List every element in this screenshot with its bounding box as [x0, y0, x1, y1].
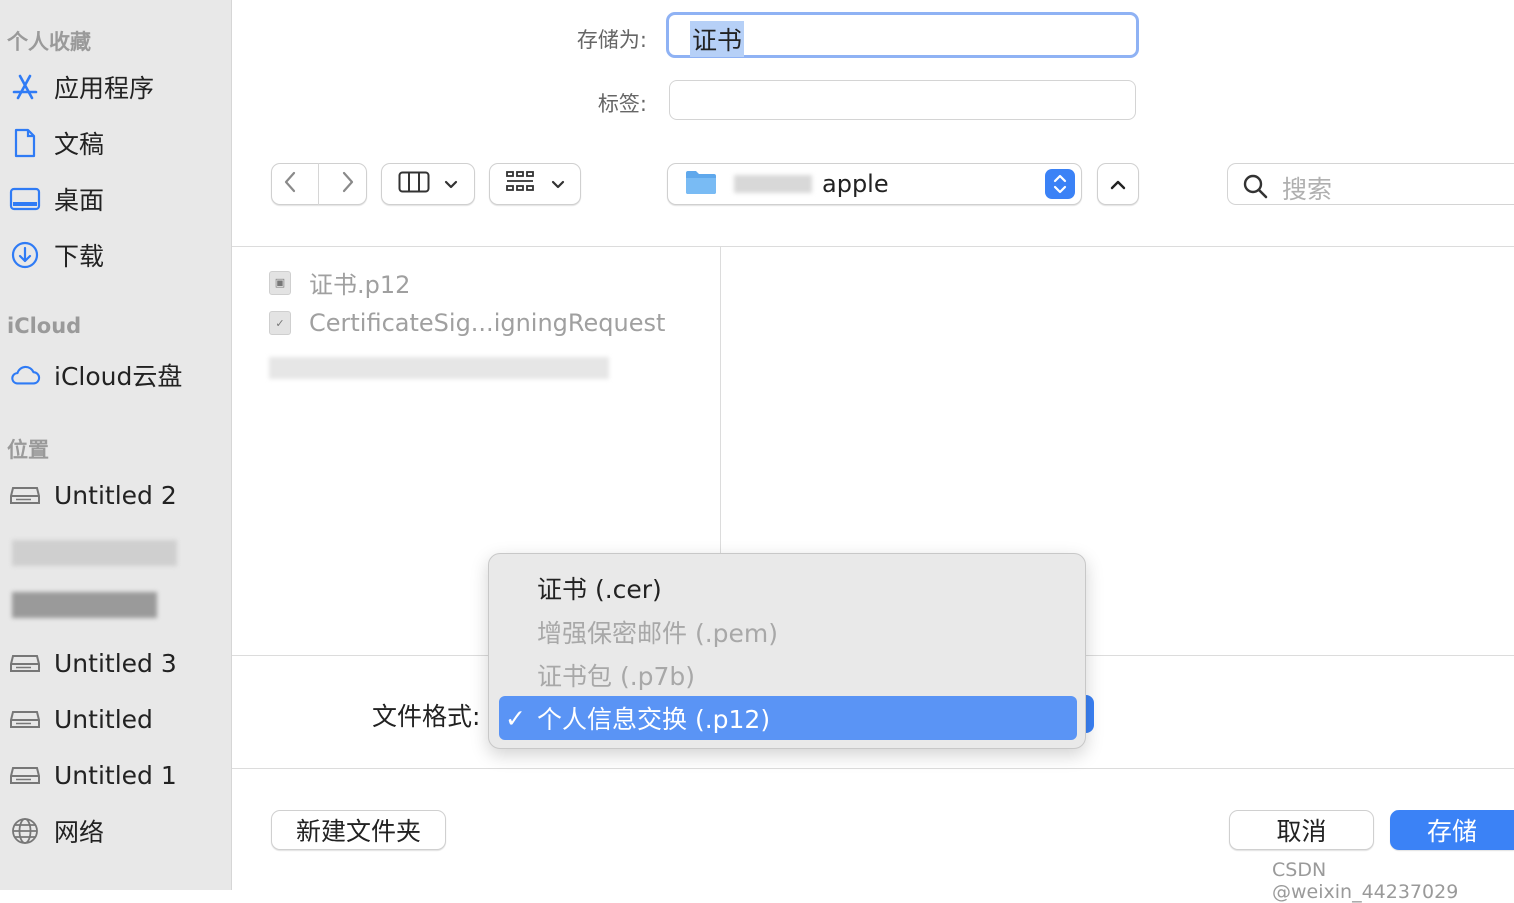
search-placeholder: 搜索	[1282, 175, 1333, 204]
sidebar-item-documents[interactable]: 文稿	[0, 121, 231, 165]
grid-icon	[505, 170, 535, 198]
tags-field[interactable]	[669, 80, 1136, 120]
new-folder-button[interactable]: 新建文件夹	[271, 810, 446, 850]
search-icon	[1242, 173, 1268, 203]
drive-icon	[9, 759, 41, 791]
menu-item-label: 证书包 (.p7b)	[537, 662, 696, 691]
file-item[interactable]: ▣ 证书.p12	[269, 265, 410, 300]
desktop-icon	[9, 183, 41, 215]
menu-item-label: 个人信息交换 (.p12)	[537, 705, 771, 734]
sidebar-item-untitled-1[interactable]: Untitled 1	[0, 753, 231, 797]
watermark: CSDN @weixin_44237029	[1272, 859, 1459, 903]
redacted-file-item	[269, 357, 609, 379]
favorites-section-title: 个人收藏	[7, 30, 91, 54]
certificate-file-icon: ▣	[269, 270, 291, 295]
sidebar-item-label: 桌面	[54, 186, 105, 215]
file-name: 证书.p12	[309, 271, 411, 299]
sidebar-item-untitled-3[interactable]: Untitled 3	[0, 641, 231, 685]
menu-item-p12[interactable]: ✓ 个人信息交换 (.p12)	[499, 696, 1077, 740]
document-icon	[9, 127, 41, 159]
column-view-icon	[398, 171, 430, 197]
column-view-button[interactable]	[381, 163, 475, 205]
search-input[interactable]: 搜索	[1227, 163, 1514, 205]
sidebar-item-network[interactable]: 网络	[0, 809, 231, 853]
globe-icon	[9, 815, 41, 847]
file-name: CertificateSig...igningRequest	[309, 309, 666, 337]
chevron-down-icon	[444, 175, 458, 194]
sidebar-item-label: Untitled 2	[54, 480, 177, 510]
location-popup[interactable]: apple	[667, 163, 1082, 205]
column-divider	[720, 247, 721, 554]
drive-icon	[9, 647, 41, 679]
cloud-icon	[9, 359, 41, 391]
save-as-label: 存储为:	[576, 28, 647, 52]
save-button[interactable]: 存储	[1390, 810, 1514, 850]
sidebar-item-untitled-2[interactable]: Untitled 2	[0, 473, 231, 517]
certificate-request-icon: ✓	[269, 311, 291, 335]
location-name: apple	[822, 170, 889, 198]
sidebar-item-label: 网络	[54, 818, 105, 847]
sidebar-item-downloads[interactable]: 下载	[0, 233, 231, 277]
redacted-location-text	[734, 175, 812, 193]
file-item[interactable]: ✓ CertificateSig...igningRequest	[269, 309, 665, 337]
sidebar-item-desktop[interactable]: 桌面	[0, 177, 231, 221]
sidebar-item-label: Untitled 3	[54, 648, 177, 678]
icloud-section-title: iCloud	[7, 314, 82, 338]
file-format-menu: 证书 (.cer) 增强保密邮件 (.pem) 证书包 (.p7b) ✓ 个人信…	[488, 553, 1086, 749]
sidebar-item-label: iCloud云盘	[54, 362, 183, 391]
save-dialog: 存储为: 证书 标签: apple 搜索 ▣ 证书.p12 ✓ Certific…	[232, 0, 1514, 903]
save-as-field[interactable]: 证书	[666, 12, 1139, 58]
folder-icon	[684, 168, 718, 200]
expand-collapse-button[interactable]	[1097, 163, 1139, 205]
popup-stepper-icon	[1045, 169, 1075, 199]
app-store-icon	[9, 71, 41, 103]
sidebar-item-icloud-drive[interactable]: iCloud云盘	[0, 353, 231, 397]
chevron-left-icon[interactable]	[283, 170, 297, 198]
menu-item-label: 证书 (.cer)	[537, 575, 662, 604]
sidebar-item-label: 应用程序	[54, 74, 155, 103]
chevron-right-icon[interactable]	[341, 170, 355, 198]
sidebar-item-label: 下载	[54, 242, 105, 271]
divider	[318, 163, 320, 205]
locations-section-title: 位置	[7, 438, 49, 462]
chevron-down-icon	[551, 175, 565, 194]
drive-icon	[9, 703, 41, 735]
sidebar-item-label: 文稿	[54, 130, 105, 159]
nav-back-forward[interactable]	[271, 163, 367, 205]
checkmark-icon: ✓	[505, 703, 526, 733]
sidebar: 个人收藏 应用程序 文稿 桌面 下载 iCloud iCloud云盘 位置 Un…	[0, 0, 232, 890]
cancel-button[interactable]: 取消	[1229, 810, 1374, 850]
sidebar-item-applications[interactable]: 应用程序	[0, 65, 231, 109]
save-as-value: 证书	[690, 21, 745, 57]
sidebar-item-untitled[interactable]: Untitled	[0, 697, 231, 741]
divider	[232, 246, 1514, 247]
divider	[232, 768, 1514, 769]
redacted-location	[12, 540, 177, 566]
menu-item-p7b: 证书包 (.p7b)	[499, 653, 1077, 697]
download-icon	[9, 239, 41, 271]
group-view-button[interactable]	[489, 163, 581, 205]
sidebar-item-label: Untitled 1	[54, 760, 177, 790]
file-format-label: 文件格式:	[372, 702, 481, 731]
chevron-up-icon	[1110, 175, 1126, 194]
redacted-location	[12, 592, 157, 618]
drive-icon	[9, 479, 41, 511]
menu-item-pem: 增强保密邮件 (.pem)	[499, 610, 1077, 654]
menu-item-label: 增强保密邮件 (.pem)	[537, 619, 779, 648]
sidebar-item-label: Untitled	[54, 704, 153, 734]
menu-item-cer[interactable]: 证书 (.cer)	[499, 566, 1077, 610]
tags-label: 标签:	[597, 92, 647, 116]
